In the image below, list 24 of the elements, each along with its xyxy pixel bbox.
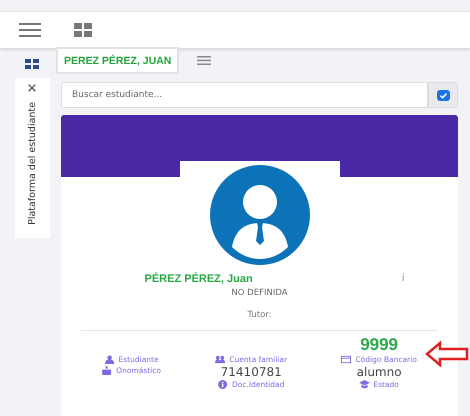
credit-card-icon: [341, 355, 352, 364]
side-tab[interactable]: × Plataforma del estudiante: [14, 78, 50, 238]
bank-code-value: 9999: [360, 335, 398, 354]
users-icon: [215, 355, 226, 364]
grid-icon[interactable]: [25, 59, 39, 69]
info-mark: i: [402, 273, 404, 285]
search-field[interactable]: Buscar estudiante...: [61, 82, 428, 108]
student-name: PÉREZ PÉREZ, Juan: [144, 273, 253, 285]
field-value: alumno: [356, 365, 402, 379]
menu-icon[interactable]: [197, 56, 212, 65]
menu-icon[interactable]: [19, 23, 41, 37]
info-icon: [218, 380, 230, 389]
user-icon: [104, 355, 116, 364]
graduation-cap-icon: [359, 380, 370, 389]
side-tab-label: Plataforma del estudiante: [26, 102, 38, 225]
status-text: NO DEFINIDA: [231, 288, 288, 298]
close-icon[interactable]: ×: [26, 82, 38, 96]
cake-icon: [102, 366, 114, 375]
tutor-label: Tutor:: [247, 310, 272, 320]
grid-icon[interactable]: [74, 23, 92, 37]
checkbox-icon: [436, 90, 450, 100]
field-value: 71410781: [220, 365, 282, 379]
search-button[interactable]: [428, 82, 458, 108]
student-tab[interactable]: PEREZ PÉREZ, JUAN: [58, 49, 178, 72]
